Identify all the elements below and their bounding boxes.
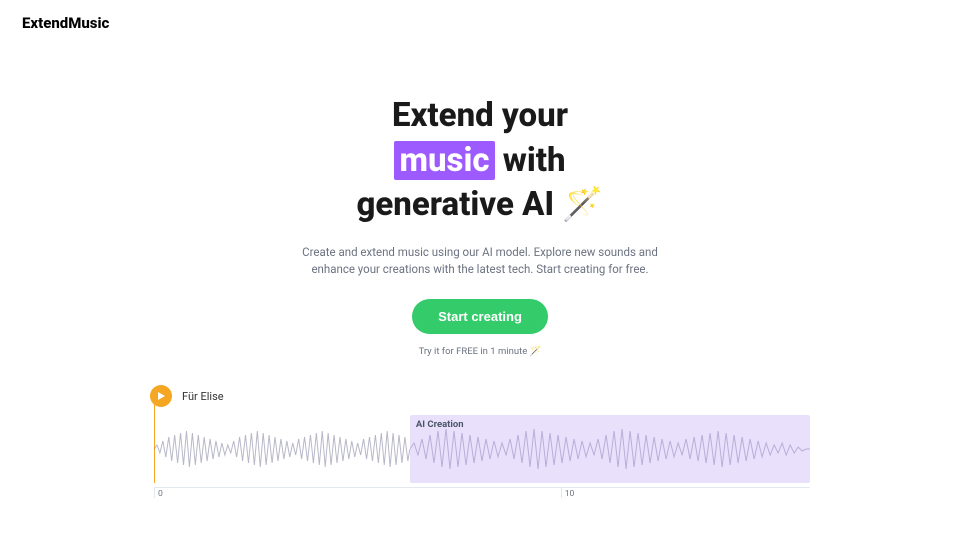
header: ExtendMusic <box>0 0 960 46</box>
track-header: Für Elise <box>150 385 810 407</box>
audio-track: Für Elise AI Creation 0 10 <box>0 357 960 501</box>
cta-note: Try it for FREE in 1 minute 🪄 <box>0 346 960 357</box>
waveform-original-svg <box>154 415 410 483</box>
title-line3: generative AI 🪄 <box>356 185 603 224</box>
waveform-area[interactable]: AI Creation <box>154 415 810 483</box>
tick-10: 10 <box>561 488 575 498</box>
waveform-ai-svg <box>410 415 810 483</box>
hero-section: Extend your music with generative AI 🪄 C… <box>0 46 960 357</box>
waveform-original <box>154 415 410 483</box>
title-line1: Extend your <box>392 96 568 135</box>
cta-wrap: Start creating Try it for FREE in 1 minu… <box>0 299 960 357</box>
track-title: Für Elise <box>182 390 224 403</box>
title-highlight: music <box>394 141 494 180</box>
waveform-ai-extension: AI Creation <box>410 415 810 483</box>
time-axis: 0 10 <box>154 487 810 501</box>
logo[interactable]: ExtendMusic <box>22 14 938 32</box>
ai-creation-label: AI Creation <box>416 419 464 430</box>
hero-title: Extend your music with generative AI 🪄 <box>280 94 680 228</box>
start-creating-button[interactable]: Start creating <box>412 299 548 334</box>
hero-subtitle: Create and extend music using our AI mod… <box>300 244 660 280</box>
title-line2-after: with <box>495 141 566 180</box>
tick-0: 0 <box>154 488 163 498</box>
play-icon <box>156 391 166 401</box>
